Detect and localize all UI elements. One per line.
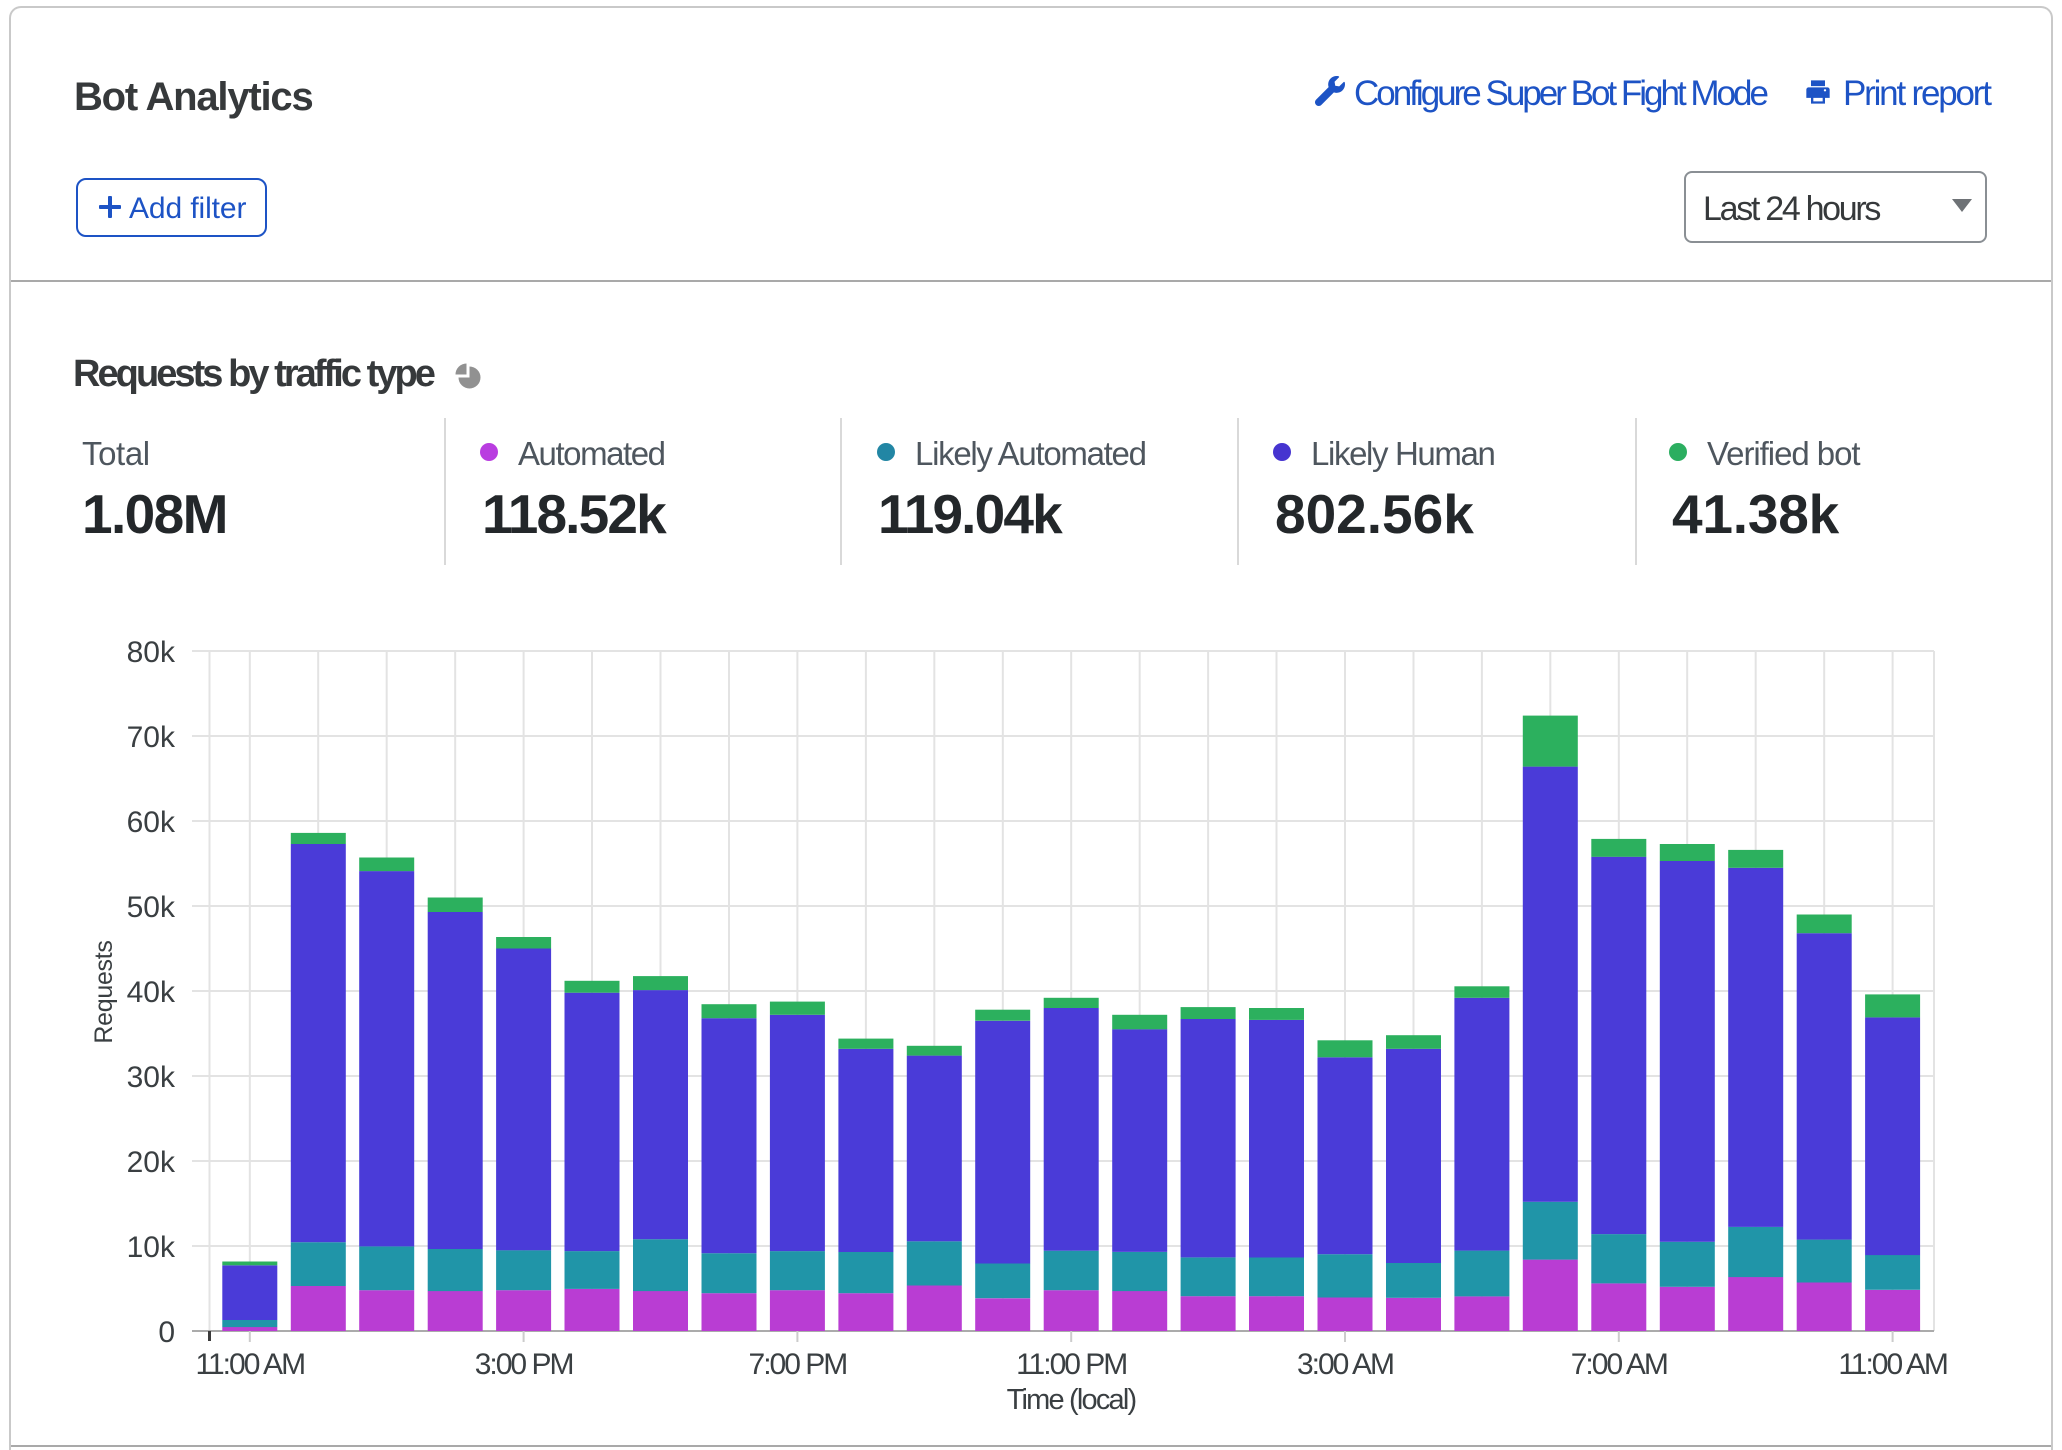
svg-text:50k: 50k [127,891,176,924]
svg-text:11:00 AM: 11:00 AM [196,1348,305,1381]
svg-text:30k: 30k [127,1061,176,1094]
svg-text:20k: 20k [127,1146,176,1179]
svg-text:0: 0 [158,1316,175,1349]
svg-text:7:00 AM: 7:00 AM [1571,1348,1667,1381]
svg-text:40k: 40k [127,976,176,1009]
svg-text:Time (local): Time (local) [1007,1384,1136,1416]
svg-text:7:00 PM: 7:00 PM [749,1348,847,1381]
svg-text:3:00 AM: 3:00 AM [1297,1348,1393,1381]
svg-text:80k: 80k [127,636,176,669]
svg-text:70k: 70k [127,721,176,754]
svg-text:11:00 PM: 11:00 PM [1016,1348,1126,1381]
svg-text:10k: 10k [127,1231,176,1264]
svg-text:3:00 PM: 3:00 PM [475,1348,573,1381]
svg-text:Requests: Requests [90,940,118,1043]
svg-text:60k: 60k [127,806,176,839]
svg-text:11:00 AM: 11:00 AM [1838,1348,1947,1381]
